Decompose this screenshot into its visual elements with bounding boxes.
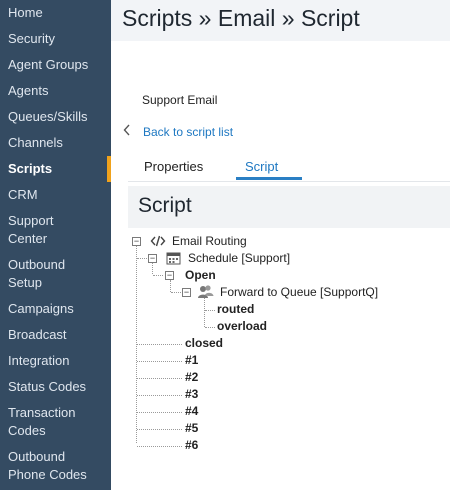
- tree-node-closed[interactable]: closed: [185, 336, 223, 350]
- tree-guide: [137, 446, 182, 447]
- sidebar-item-label-line2: Phone Codes: [8, 467, 87, 482]
- tab-script[interactable]: Script: [245, 159, 278, 174]
- sidebar: Home Security Agent Groups Agents Queues…: [0, 0, 111, 490]
- sidebar-item-security[interactable]: Security: [0, 30, 111, 48]
- sidebar-item-label: Agents: [8, 83, 49, 98]
- sidebar-item-outbound-phone-codes[interactable]: Outbound Phone Codes: [0, 448, 111, 484]
- sidebar-item-agents[interactable]: Agents: [0, 82, 111, 100]
- tree-guide: [137, 412, 182, 413]
- sidebar-item-scripts[interactable]: Scripts: [0, 156, 111, 182]
- tree-node-forward-to-queue[interactable]: Forward to Queue [SupportQ]: [220, 285, 378, 299]
- tab-bar: Properties Script: [128, 155, 450, 182]
- tree-guide: [170, 280, 171, 292]
- sidebar-item-broadcast[interactable]: Broadcast: [0, 326, 111, 344]
- tree-guide: [137, 258, 147, 259]
- tree-node-2[interactable]: #2: [185, 370, 198, 384]
- tree-node-4[interactable]: #4: [185, 404, 198, 418]
- tree-guide: [171, 292, 181, 293]
- tree-guide: [152, 263, 153, 274]
- chevron-left-icon: [123, 124, 131, 139]
- sidebar-item-transaction-codes[interactable]: Transaction Codes: [0, 404, 111, 440]
- sidebar-item-agent-groups[interactable]: Agent Groups: [0, 56, 111, 74]
- sidebar-item-support-center[interactable]: Support Center: [0, 212, 111, 248]
- sidebar-item-label-line2: Codes: [8, 423, 46, 438]
- tree-guide: [153, 275, 163, 276]
- tree-guide: [137, 429, 182, 430]
- tree-node-overload[interactable]: overload: [217, 319, 267, 333]
- collapse-toggle-open[interactable]: −: [165, 271, 174, 280]
- calendar-icon: [166, 251, 181, 268]
- tree-node-schedule[interactable]: Schedule [Support]: [188, 251, 290, 265]
- sidebar-item-outbound-setup[interactable]: Outbound Setup: [0, 256, 111, 292]
- sidebar-item-label: Agent Groups: [8, 57, 89, 72]
- back-link-label: Back to script list: [143, 124, 234, 139]
- tree-node-routed[interactable]: routed: [217, 302, 254, 316]
- sidebar-item-channels[interactable]: Channels: [0, 134, 111, 152]
- tab-properties[interactable]: Properties: [144, 159, 203, 174]
- collapse-toggle-forward[interactable]: −: [182, 288, 191, 297]
- tree-node-open[interactable]: Open: [185, 268, 216, 282]
- sidebar-item-label: Channels: [8, 135, 63, 150]
- sidebar-item-label: Broadcast: [8, 327, 67, 342]
- sidebar-item-label: Security: [8, 31, 55, 46]
- sidebar-item-label: Outbound: [8, 449, 66, 464]
- tree-guide: [137, 344, 182, 345]
- sidebar-item-status-codes[interactable]: Status Codes: [0, 378, 111, 396]
- sidebar-item-label: Transaction: [8, 405, 76, 420]
- sidebar-item-label: Support: [8, 213, 54, 228]
- sidebar-item-campaigns[interactable]: Campaigns: [0, 300, 111, 318]
- tree-node-5[interactable]: #5: [185, 421, 198, 435]
- sidebar-item-label-line2: Center: [8, 231, 48, 246]
- tree-node-email-routing[interactable]: Email Routing: [172, 234, 247, 248]
- sidebar-item-label: Outbound: [8, 257, 66, 272]
- tree-node-1[interactable]: #1: [185, 353, 198, 367]
- collapse-toggle-email-routing[interactable]: −: [132, 237, 141, 246]
- tree-guide: [137, 361, 182, 362]
- sidebar-item-label: Scripts: [8, 161, 53, 176]
- code-icon: [150, 234, 166, 251]
- tree-guide: [137, 395, 182, 396]
- sidebar-item-label: Home: [8, 5, 43, 20]
- section-header: Script: [128, 186, 450, 228]
- users-icon: [197, 284, 215, 303]
- tree-guide: [137, 378, 182, 379]
- active-tab-indicator: [236, 177, 302, 180]
- tree-node-6[interactable]: #6: [185, 438, 198, 452]
- back-to-script-list-link[interactable]: Back to script list: [123, 124, 233, 139]
- page-header: Scripts » Email » Script: [111, 0, 450, 41]
- script-name: Support Email: [142, 93, 218, 107]
- sidebar-item-label-line2: Setup: [8, 275, 42, 290]
- page-title: Scripts » Email » Script: [122, 5, 360, 31]
- sidebar-item-crm[interactable]: CRM: [0, 186, 111, 204]
- sidebar-item-label: CRM: [8, 187, 38, 202]
- sidebar-item-queues-skills[interactable]: Queues/Skills: [0, 108, 111, 126]
- collapse-toggle-schedule[interactable]: −: [148, 254, 157, 263]
- sidebar-item-label: Integration: [8, 353, 70, 368]
- tree-guide: [205, 327, 215, 328]
- tree-node-3[interactable]: #3: [185, 387, 198, 401]
- sidebar-item-label: Status Codes: [8, 379, 87, 394]
- sidebar-item-label: Campaigns: [8, 301, 74, 316]
- section-title: Script: [138, 194, 192, 217]
- sidebar-item-label: Queues/Skills: [8, 109, 88, 124]
- tree-guide: [205, 310, 215, 311]
- sidebar-item-home[interactable]: Home: [0, 4, 111, 22]
- sidebar-item-integration[interactable]: Integration: [0, 352, 111, 370]
